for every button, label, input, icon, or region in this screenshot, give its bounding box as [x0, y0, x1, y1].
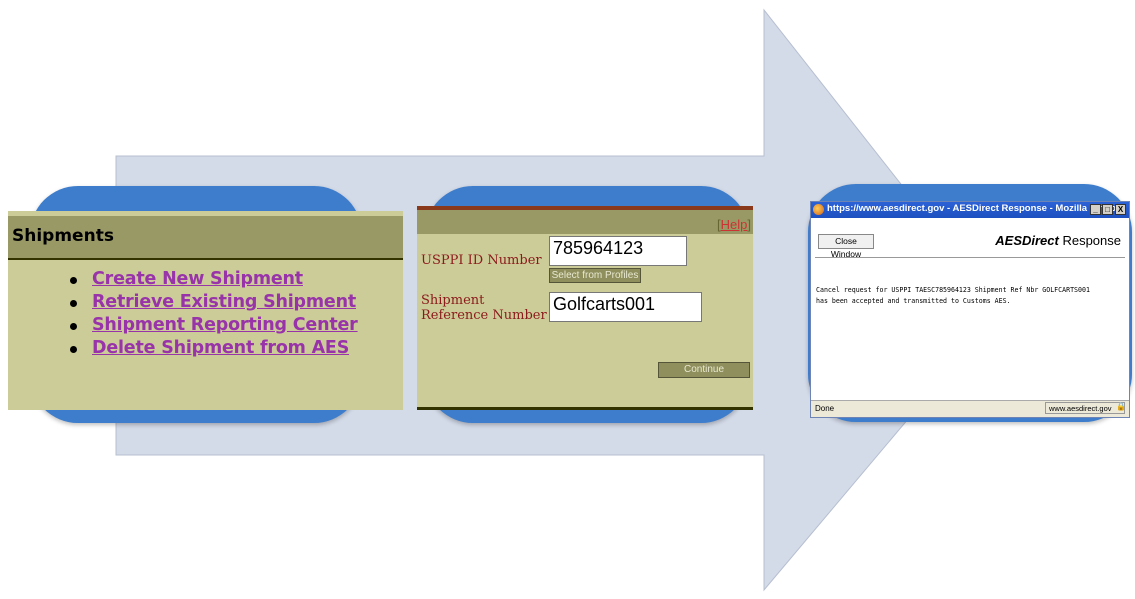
select-from-profiles-button[interactable]: Select from Profiles [549, 268, 641, 283]
lock-icon: 🔒 [1116, 402, 1126, 411]
list-item: Create New Shipment [70, 269, 358, 292]
help-bracket-close: ] [747, 217, 751, 232]
usppi-label: USPPI ID Number [421, 253, 542, 268]
close-x-button[interactable]: X [1115, 204, 1126, 215]
maximize-button[interactable]: □ [1102, 204, 1113, 215]
bullet-icon [70, 323, 77, 330]
form-header-bar: [Help] [417, 210, 753, 234]
shipment-reference-label: Shipment Reference Number [421, 293, 547, 323]
bullet-icon [70, 346, 77, 353]
status-host: www.aesdirect.gov [1045, 402, 1125, 414]
create-new-shipment-link[interactable]: Create New Shipment [92, 269, 303, 289]
form-bottom-border [417, 407, 753, 410]
continue-button[interactable]: Continue [658, 362, 750, 378]
bullet-icon [70, 277, 77, 284]
shipments-panel: Shipments Create New Shipment Retrieve E… [8, 211, 403, 410]
response-heading: AESDirect Response [995, 233, 1121, 248]
firefox-icon [813, 204, 824, 215]
shipments-title: Shipments [12, 226, 114, 246]
window-titlebar: https://www.aesdirect.gov - AESDirect Re… [811, 202, 1129, 218]
list-item: Shipment Reporting Center [70, 315, 358, 338]
shipment-reference-input[interactable]: Golfcarts001 [549, 292, 702, 322]
minimize-button[interactable]: _ [1090, 204, 1101, 215]
status-text: Done [815, 404, 835, 413]
usppi-id-input[interactable]: 785964123 [549, 236, 687, 266]
status-bar: Done www.aesdirect.gov 🔒 [811, 400, 1129, 417]
retrieve-existing-shipment-link[interactable]: Retrieve Existing Shipment [92, 292, 356, 312]
response-message: Cancel request for USPPI TAESC785964123 … [816, 285, 1129, 307]
shipment-form-panel: [Help] USPPI ID Number 785964123 Select … [417, 206, 753, 410]
shipment-reporting-center-link[interactable]: Shipment Reporting Center [92, 315, 358, 335]
response-message-line-2: has been accepted and transmitted to Cus… [816, 297, 1011, 305]
list-item: Retrieve Existing Shipment [70, 292, 358, 315]
close-window-button[interactable]: Close Window [818, 234, 874, 259]
help-link[interactable]: Help [721, 217, 748, 232]
shipments-link-list: Create New Shipment Retrieve Existing Sh… [70, 269, 358, 361]
status-host-text: www.aesdirect.gov [1049, 404, 1112, 413]
window-title: https://www.aesdirect.gov - AESDirect Re… [827, 203, 1122, 214]
response-message-line-1: Cancel request for USPPI TAESC785964123 … [816, 286, 1090, 294]
response-heading-brand: AESDirect [995, 233, 1059, 248]
bullet-icon [70, 300, 77, 307]
response-heading-suffix: Response [1058, 233, 1121, 248]
list-item: Delete Shipment from AES [70, 338, 358, 361]
firefox-response-window: https://www.aesdirect.gov - AESDirect Re… [810, 201, 1130, 418]
shipments-header: Shipments [8, 216, 403, 260]
divider [815, 257, 1125, 258]
delete-shipment-link[interactable]: Delete Shipment from AES [92, 338, 349, 358]
help-wrapper: [Help] [717, 217, 751, 232]
